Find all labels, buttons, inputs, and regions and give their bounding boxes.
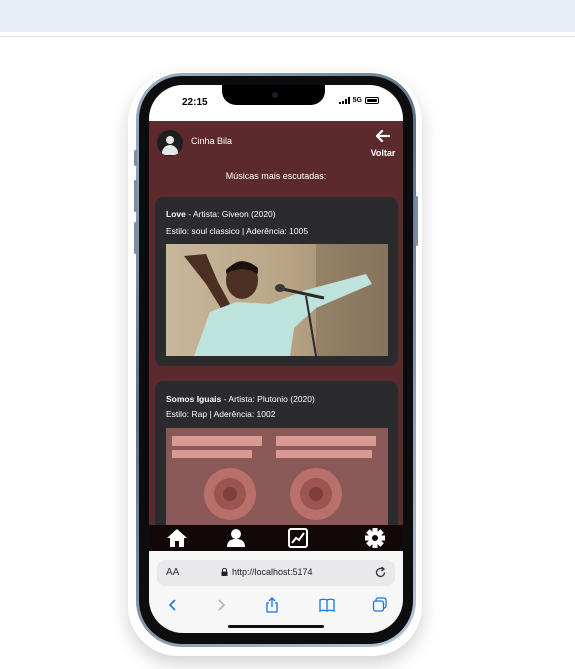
share-icon[interactable] — [264, 597, 280, 613]
song-style: Estilo: Rap | Aderência: 1002 — [166, 409, 276, 419]
home-icon[interactable] — [166, 528, 188, 548]
song-title-line: Somos Iguais - Artista: Plutonio (2020) — [166, 394, 315, 404]
user-icon[interactable] — [225, 528, 247, 548]
back-button[interactable]: Voltar — [367, 129, 399, 158]
browser-top-bar — [0, 0, 575, 32]
volume-up-button — [134, 180, 137, 212]
song-artist: - Artista: Plutonio (2020) — [223, 394, 315, 404]
url-wrapper: http://localhost:5174 — [221, 567, 313, 577]
reload-icon[interactable] — [374, 566, 387, 579]
browser-toolbar: AA http://localhost:5174 — [149, 551, 403, 633]
home-indicator — [228, 625, 324, 628]
album-cover-image — [166, 244, 388, 356]
lock-icon — [221, 568, 228, 576]
song-title-line: Love - Artista: Giveon (2020) — [166, 209, 276, 219]
status-icons: 5G — [338, 97, 379, 104]
power-button — [415, 196, 418, 246]
notch — [222, 85, 325, 105]
back-icon[interactable] — [165, 597, 181, 613]
phone-screen: 22:15 5G Cinha Bila Voltar Músicas mais … — [149, 85, 403, 633]
address-bar[interactable]: AA http://localhost:5174 — [157, 560, 395, 586]
signal-icon — [338, 97, 350, 104]
battery-icon — [365, 97, 379, 104]
chart-icon[interactable] — [287, 528, 309, 548]
text-size-button[interactable]: AA — [166, 567, 179, 578]
user-name: Cinha Bila — [191, 136, 233, 146]
app-header: Cinha Bila Voltar — [149, 121, 403, 167]
status-time: 22:15 — [182, 97, 208, 108]
song-style: Estilo: soul classico | Aderência: 1005 — [166, 226, 309, 236]
song-title: Somos Iguais — [166, 394, 222, 404]
camera-icon — [272, 92, 278, 98]
section-title: Músicas mais escutadas: — [225, 171, 327, 181]
divider — [0, 36, 575, 37]
avatar[interactable] — [157, 130, 183, 156]
song-title: Love — [166, 209, 186, 219]
arrow-left-icon — [375, 129, 391, 143]
volume-down-button — [134, 222, 137, 254]
song-card[interactable]: Love - Artista: Giveon (2020) Estilo: so… — [155, 197, 398, 366]
bookmarks-icon[interactable] — [319, 597, 335, 613]
gear-icon[interactable] — [364, 528, 386, 548]
song-artist: - Artista: Giveon (2020) — [188, 209, 276, 219]
back-label: Voltar — [370, 148, 396, 158]
bottom-nav — [149, 525, 403, 551]
url-text: http://localhost:5174 — [232, 567, 313, 577]
network-label: 5G — [352, 97, 362, 104]
mute-switch — [134, 150, 137, 166]
status-bar: 22:15 5G — [149, 85, 403, 121]
tabs-icon[interactable] — [372, 597, 388, 613]
forward-icon[interactable] — [213, 597, 229, 613]
